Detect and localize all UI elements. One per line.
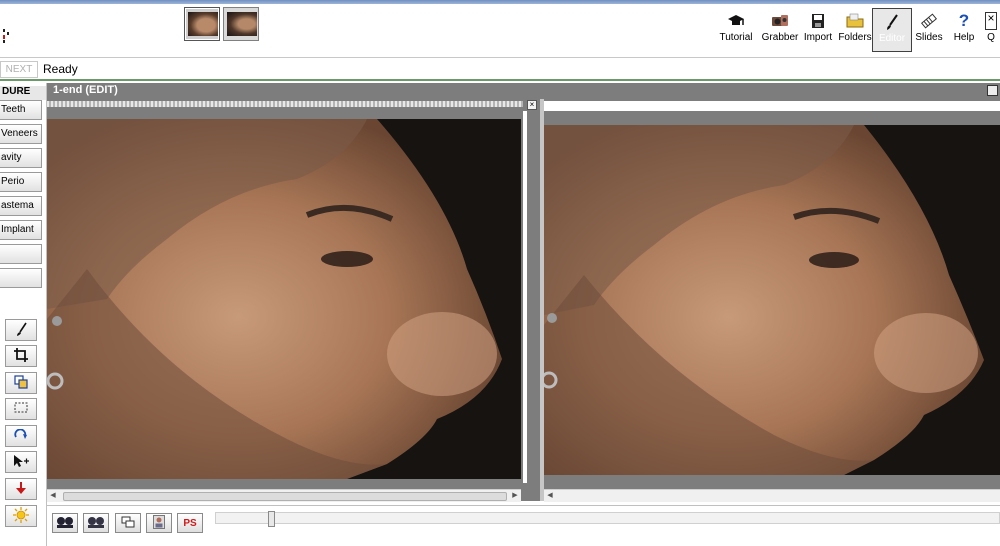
procedure-teeth-button[interactable]: Teeth xyxy=(0,100,42,120)
editor-label: Editor xyxy=(878,33,906,44)
select-tool-button[interactable] xyxy=(5,398,37,420)
help-button[interactable]: ? Help xyxy=(944,8,984,52)
slides-label: Slides xyxy=(915,32,943,43)
brush-icon xyxy=(14,322,28,339)
pane-title-bar xyxy=(47,101,523,107)
folder-icon xyxy=(846,12,864,30)
clone-tool-button[interactable] xyxy=(5,372,37,394)
slides-button[interactable]: Slides xyxy=(909,8,949,52)
status-text: Ready xyxy=(43,62,78,76)
after-horizontal-scrollbar[interactable]: ◀ xyxy=(544,489,1000,502)
after-photo[interactable] xyxy=(544,125,1000,475)
import-label: Import xyxy=(803,32,833,43)
quit-label: Q xyxy=(987,32,995,43)
thumbnail-before[interactable] xyxy=(184,7,220,41)
folders-button[interactable]: Folders xyxy=(835,8,875,52)
toolbar-handle-icon[interactable] xyxy=(2,28,10,44)
portrait-icon xyxy=(153,514,165,532)
marquee-icon xyxy=(14,402,28,417)
scrollbar-thumb[interactable] xyxy=(63,492,507,501)
procedure-veneers-button[interactable]: Veneers xyxy=(0,124,42,144)
floppy-disk-icon xyxy=(809,12,827,30)
procedure-empty-button-2[interactable] xyxy=(0,268,42,288)
compare-faces-button[interactable] xyxy=(52,513,78,533)
bottom-toolbar: PS xyxy=(47,505,1000,546)
clone-icon xyxy=(14,374,28,392)
question-icon: ? xyxy=(958,11,970,30)
grabber-button[interactable]: Grabber xyxy=(760,8,800,52)
main-toolbar: Tutorial Grabber Import Folders Editor S… xyxy=(0,4,1000,58)
move-tool-button[interactable] xyxy=(5,451,37,473)
windows-button[interactable] xyxy=(115,513,141,533)
pointer-move-icon xyxy=(13,454,29,471)
after-image-pane xyxy=(544,99,1000,501)
close-pane-icon[interactable]: × xyxy=(527,100,537,110)
thumbnail-after[interactable] xyxy=(223,7,259,41)
brush-tool-button[interactable] xyxy=(5,319,37,341)
next-button[interactable]: NEXT xyxy=(0,61,38,78)
slides-icon xyxy=(920,12,938,30)
quit-button[interactable]: × Q xyxy=(982,8,1000,52)
tutorial-button[interactable]: Tutorial xyxy=(716,8,756,52)
crop-icon xyxy=(14,347,28,365)
faces-icon xyxy=(56,516,74,531)
scroll-right-icon[interactable]: ▶ xyxy=(509,490,521,502)
before-image-pane: × xyxy=(47,99,540,501)
editor-title: 1-end (EDIT) xyxy=(53,84,118,96)
sun-icon xyxy=(13,506,29,526)
photoshop-button[interactable]: PS xyxy=(177,513,203,533)
folders-label: Folders xyxy=(838,32,872,43)
scroll-left-icon[interactable]: ◀ xyxy=(544,490,556,502)
slider-knob[interactable] xyxy=(268,511,275,527)
import-button[interactable]: Import xyxy=(798,8,838,52)
brush-icon xyxy=(883,13,901,31)
procedure-cavity-button[interactable]: avity xyxy=(0,148,42,168)
procedure-panel: DURE Teeth Veneers avity Perio astema Im… xyxy=(0,83,47,546)
close-icon: × xyxy=(985,12,997,30)
before-photo[interactable] xyxy=(47,119,521,479)
camera-icon xyxy=(771,12,789,30)
scroll-left-icon[interactable]: ◀ xyxy=(47,490,59,502)
restore-window-icon[interactable] xyxy=(987,85,998,96)
down-arrow-tool-button[interactable] xyxy=(5,478,37,500)
help-label: Help xyxy=(953,32,975,43)
compare-faces-alt-button[interactable] xyxy=(83,513,109,533)
procedure-perio-button[interactable]: Perio xyxy=(0,172,42,192)
editor-button[interactable]: Editor xyxy=(872,8,912,52)
procedure-empty-button-1[interactable] xyxy=(0,244,42,264)
procedure-title: DURE xyxy=(0,86,46,100)
status-row: NEXT Ready xyxy=(0,59,1000,81)
graduation-cap-icon xyxy=(727,12,745,30)
rotate-icon xyxy=(14,428,28,444)
crop-tool-button[interactable] xyxy=(5,345,37,367)
windows-icon xyxy=(121,516,135,531)
faces-icon xyxy=(87,516,105,531)
procedure-diastema-button[interactable]: astema xyxy=(0,196,42,216)
arrow-down-icon xyxy=(15,481,27,498)
procedure-implant-button[interactable]: Implant xyxy=(0,220,42,240)
pane-edge xyxy=(523,111,527,483)
zoom-slider[interactable] xyxy=(215,511,1000,527)
before-horizontal-scrollbar[interactable]: ◀ ▶ xyxy=(47,489,521,502)
rotate-tool-button[interactable] xyxy=(5,425,37,447)
brightness-tool-button[interactable] xyxy=(5,505,37,527)
editor-header: 1-end (EDIT) xyxy=(47,83,1000,99)
portrait-button[interactable] xyxy=(146,513,172,533)
tutorial-label: Tutorial xyxy=(719,32,753,43)
pane-title-bar-right xyxy=(544,101,1000,111)
grabber-label: Grabber xyxy=(761,32,799,43)
ps-label: PS xyxy=(183,517,197,529)
